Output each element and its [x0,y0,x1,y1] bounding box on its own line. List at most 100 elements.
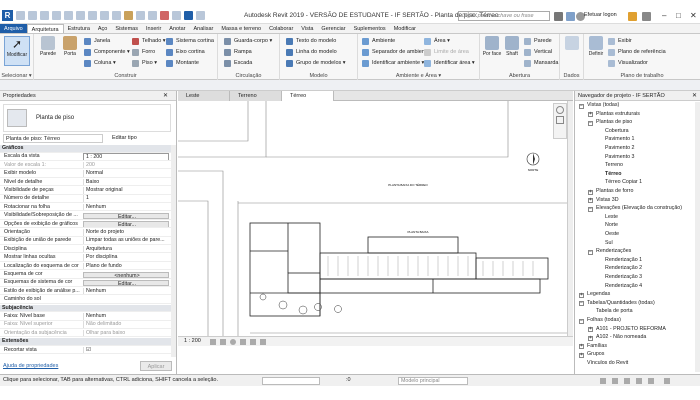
set-button[interactable]: Definir [586,36,606,57]
viewer-button[interactable]: Visualizador [608,59,648,68]
visual-style-icon[interactable] [220,339,226,345]
property-value[interactable]: 1 [83,195,169,203]
model-group-button[interactable]: Grupo de modelos ▾ [286,59,346,68]
browser-item[interactable]: Pavimento 3 [605,154,634,162]
browser-item[interactable]: Oeste [605,231,619,239]
drawing-canvas[interactable]: NORTE PLANTA BAIXA DO TÉRREO PLANTA BAIX… [178,101,567,336]
room-button[interactable]: Ambiente [362,37,395,46]
search-input[interactable]: Digite palavra-chave ou frase [458,11,550,21]
column-button[interactable]: Coluna ▾ [84,59,116,68]
room-separator-button[interactable]: Separador de ambiente [362,48,429,57]
tree-toggle-icon[interactable]: − [579,103,584,109]
workset-selector[interactable] [262,377,320,385]
property-section[interactable]: Subjacência [0,304,171,313]
property-edit-button[interactable]: <nenhum> [83,271,169,278]
apply-button[interactable]: Aplicar [140,361,172,371]
browser-item[interactable]: Folhas (todas) [587,317,621,325]
tab-item[interactable]: Anotar [165,24,189,33]
modify-button[interactable]: ➚ Modificar [4,36,30,66]
instance-filter[interactable]: Planta de piso: Térreo [3,134,103,143]
browser-item[interactable]: Vistas (todas) [587,102,619,110]
sun-path-icon[interactable] [230,339,236,345]
browser-item[interactable]: Leste [605,214,618,222]
railing-button[interactable]: Guarda-corpo ▾ [224,37,272,46]
property-section[interactable]: Gráficos [0,145,171,153]
property-value[interactable]: Norte do projeto [83,229,169,236]
tab-item[interactable]: Aço [94,24,111,33]
browser-item[interactable]: Pavimento 2 [605,145,634,153]
save-icon[interactable] [28,11,37,20]
property-value[interactable]: Plano de fundo [83,262,169,270]
tree-toggle-icon[interactable]: − [588,249,593,255]
close-browser-icon[interactable]: ✕ [692,92,697,99]
3d-view-icon[interactable] [136,11,145,20]
door-button[interactable]: Porta [60,36,80,57]
browser-item[interactable]: Plantas de piso [596,119,632,127]
browser-item[interactable]: Terreno [605,162,623,170]
browser-item[interactable]: Térreo [605,171,622,179]
ramp-button[interactable]: Rampa [224,48,252,57]
browser-item[interactable]: Renderização 1 [605,257,642,265]
subscription-icon[interactable] [566,12,575,21]
property-edit-button[interactable]: Editar... [83,212,169,219]
ceiling-button[interactable]: Forro [132,48,155,57]
browser-item[interactable]: Vínculos do Revit [587,360,628,368]
sync-icon[interactable] [40,11,49,20]
thin-lines-icon[interactable] [160,11,169,20]
print-icon[interactable] [76,11,85,20]
exchange-icon[interactable] [628,12,637,21]
tree-toggle-icon[interactable]: + [579,352,584,358]
undo-icon[interactable] [52,11,61,20]
browser-item[interactable]: Renderização 3 [605,274,642,282]
window-button[interactable]: Janela [84,37,110,46]
tree-toggle-icon[interactable]: + [588,198,593,204]
switch-windows-icon[interactable] [184,11,193,20]
close-palette-icon[interactable]: ✕ [163,92,168,99]
tree-toggle-icon[interactable]: + [588,112,593,118]
browser-scrollbar[interactable] [695,102,700,372]
tab-item[interactable]: Estrutura [64,24,94,33]
temporary-hide-icon[interactable] [260,339,266,345]
roof-button[interactable]: Telhado ▾ [132,37,166,46]
floor-button[interactable]: Piso ▾ [132,59,157,68]
browser-item[interactable]: Famílias [587,343,607,351]
close-hidden-icon[interactable] [172,11,181,20]
property-value[interactable]: Por disciplina [83,254,169,261]
tab-item[interactable]: Analisar [190,24,218,33]
properties-help-link[interactable]: Ajuda de propriedades [3,363,58,369]
tree-toggle-icon[interactable]: − [579,318,584,324]
type-selector[interactable]: Planta de piso [3,104,171,132]
area-button[interactable]: Área ▾ [424,37,450,46]
tag-icon[interactable] [112,11,121,20]
browser-item[interactable]: Renderização 2 [605,265,642,273]
design-option-selector[interactable]: Modelo principal [398,377,468,385]
browser-item[interactable]: Grupos [587,351,604,359]
panel-select-label[interactable]: Selecionar ▾ [0,73,33,79]
tree-toggle-icon[interactable]: − [588,120,593,126]
property-value[interactable]: Mostrar original [83,187,169,194]
wall-button[interactable]: Parede [38,36,58,57]
shadows-icon[interactable] [240,339,246,345]
browser-item[interactable]: Térreo Copiar 1 [605,179,642,187]
property-value[interactable]: Nenhum [83,313,169,320]
tree-toggle-icon[interactable]: + [579,292,584,298]
crop-view-icon[interactable] [250,339,256,345]
steering-wheel-icon[interactable] [556,106,564,114]
browser-item[interactable]: Sul [605,240,613,248]
property-value[interactable]: Limpar todas as uniões de pare... [83,237,169,245]
property-value[interactable]: ☑ [83,346,169,354]
tab-item[interactable]: Vista [297,24,317,33]
vertical-opening-button[interactable]: Vertical [524,48,552,57]
by-face-button[interactable]: Por face [482,36,502,57]
tab-item[interactable]: Modificar [390,24,420,33]
tag-area-button[interactable]: Identificar área ▾ [424,59,475,68]
property-section[interactable]: Extensões [0,338,171,346]
tab-item[interactable]: Arquitetura [26,24,64,33]
browser-item[interactable]: Elevações (Elevação da construção) [596,205,682,213]
browser-item[interactable]: A101 - PROJETO REFORMA [596,326,666,334]
panel-room-label[interactable]: Ambiente e Área ▾ [358,73,479,79]
select-underlay-icon[interactable] [612,378,618,384]
text-icon[interactable] [124,11,133,20]
browser-item[interactable]: Plantas estruturais [596,111,640,119]
browser-item[interactable]: Tabela de porta [596,308,633,316]
